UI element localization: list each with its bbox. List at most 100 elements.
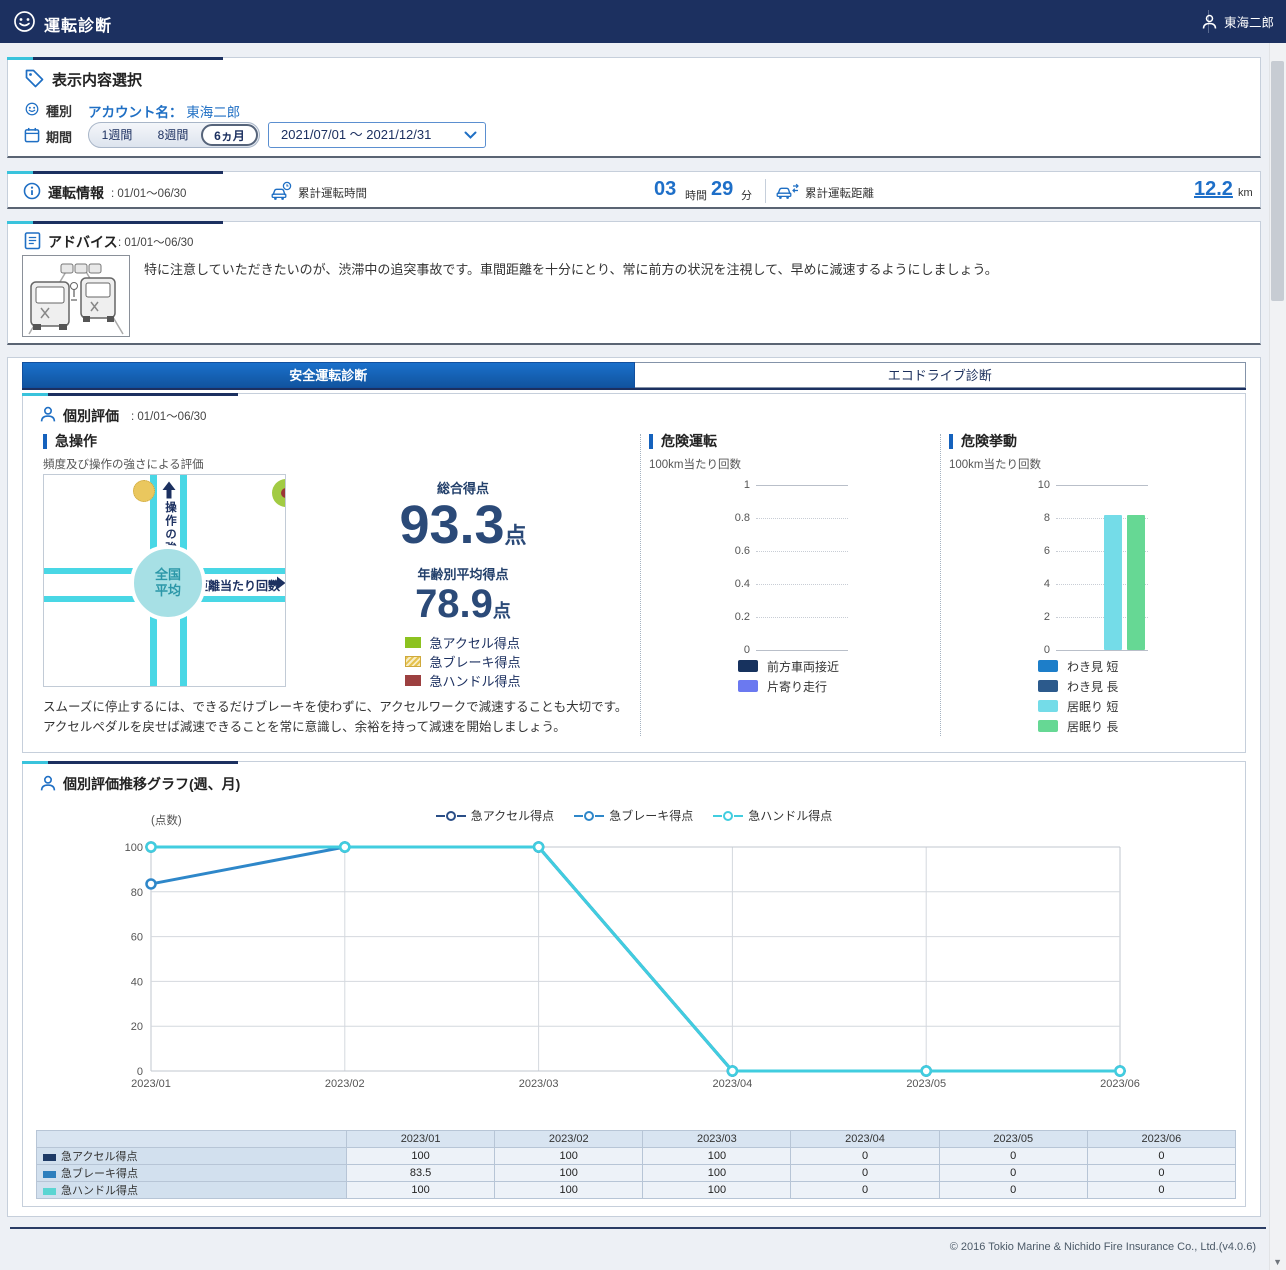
legend-swatch-handle [405, 675, 421, 686]
legend-marker-icon [574, 810, 604, 822]
series-swatch [43, 1171, 56, 1178]
legend-swatch [1038, 720, 1058, 732]
trend-panel: 個別評価推移グラフ(週、月) 急アクセル得点急ブレーキ得点急ハンドル得点 (点数… [22, 761, 1246, 1207]
table-value-cell: 100 [495, 1148, 643, 1165]
copyright-text: © 2016 Tokio Marine & Nichido Fire Insur… [950, 1241, 1256, 1253]
car-distance-icon [776, 182, 800, 200]
table-series-label: 急アクセル得点 [37, 1148, 347, 1165]
panel-accent-bar [22, 393, 238, 396]
gridline [756, 485, 848, 486]
period-option-8week[interactable]: 8週間 [145, 123, 201, 147]
table-value-cell: 0 [1087, 1148, 1235, 1165]
legend-item: 片寄り走行 [738, 680, 839, 692]
total-hours-value: 03 [654, 178, 676, 201]
total-distance-value[interactable]: 12.2 [1194, 178, 1233, 201]
tab-safe-driving[interactable]: 安全運転診断 [22, 362, 635, 388]
diagnosis-container: 安全運転診断 エコドライブ診断 個別評価 : 01/01～06/30 急操作 頻… [7, 357, 1261, 1217]
legend-label: 片寄り走行 [767, 678, 827, 695]
navbar: 運転診断 東海二郎 [0, 0, 1286, 43]
point-急ハンドル得点-2023/06 [1116, 1067, 1125, 1076]
date-range-value: 2021/07/01 ～ 2021/12/31 [281, 127, 431, 142]
total-distance-label: 累計運転距離 [805, 185, 874, 201]
gridline [756, 518, 848, 519]
advice-title: アドバイス [48, 232, 118, 252]
panel-accent-bar [7, 57, 223, 60]
legend-label: 前方車両接近 [767, 658, 839, 675]
danger-driving-subtitle: 100km当たり回数 [649, 456, 741, 472]
avg-score-value: 78.9点 [298, 583, 628, 625]
legend-label: わき見 長 [1067, 678, 1118, 695]
table-value-cell: 0 [939, 1165, 1087, 1182]
legend-label: 急アクセル得点 [429, 633, 519, 652]
panel-accent-bar [7, 171, 223, 174]
drive-info-period: : 01/01～06/30 [111, 185, 186, 201]
y-tick-label: 0.4 [710, 578, 750, 590]
nav-user[interactable]: 東海二郎 [1198, 0, 1278, 43]
scrollbar-thumb[interactable] [1271, 61, 1284, 301]
legend-item: 居眠り 短 [1038, 700, 1118, 712]
table-row: 急ハンドル得点100100100000 [37, 1182, 1236, 1199]
legend-swatch [738, 680, 758, 692]
table-month-header: 2023/02 [495, 1131, 643, 1148]
period-label: 期間 [46, 127, 72, 146]
table-value-cell: 0 [791, 1165, 939, 1182]
svg-text:2023/04: 2023/04 [713, 1078, 753, 1090]
y-tick-label: 0 [710, 644, 750, 656]
period-option-1week[interactable]: 1週間 [89, 123, 145, 147]
legend-item: わき見 短 [1038, 660, 1118, 672]
quadrant-dot-yellow [133, 480, 155, 502]
legend-label: 急アクセル得点 [471, 807, 554, 824]
legend-item: わき見 長 [1038, 680, 1118, 692]
date-range-dropdown[interactable]: 2021/07/01 ～ 2021/12/31 [268, 122, 486, 148]
legend-swatch-accel [405, 637, 421, 648]
hours-unit: 時間 [685, 187, 707, 203]
score-block: 総合得点 93.3点 年齢別平均得点 78.9点 急アクセル得点 急ブレーキ得点 [298, 478, 628, 691]
table-month-header: 2023/03 [643, 1131, 791, 1148]
svg-text:100: 100 [125, 842, 143, 854]
type-label: 種別 [46, 101, 72, 120]
svg-text:40: 40 [131, 976, 143, 988]
table-month-header: 2023/01 [347, 1131, 495, 1148]
divider [765, 179, 766, 203]
avg-score-unit: 点 [493, 601, 511, 621]
individual-period: : 01/01～06/30 [131, 408, 206, 424]
trend-legend: 急アクセル得点急ブレーキ得点急ハンドル得点 [23, 807, 1245, 824]
table-value-cell: 100 [643, 1165, 791, 1182]
total-score-value: 93.3点 [298, 497, 628, 554]
period-option-6month-selected[interactable]: 6ヵ月 [201, 124, 258, 146]
minutes-unit: 分 [741, 187, 752, 203]
point-急ハンドル得点-2023/04 [728, 1067, 737, 1076]
table-corner-cell [37, 1131, 347, 1148]
danger-behavior-label: 危険挙動 [949, 434, 1017, 449]
account-name-link[interactable]: 東海二郎 [186, 105, 240, 120]
legend-label: 急ハンドル得点 [748, 807, 832, 824]
total-score-unit: 点 [505, 523, 527, 548]
avg-score-number: 78.9 [415, 582, 493, 626]
table-month-header: 2023/06 [1087, 1131, 1235, 1148]
table-value-cell: 0 [791, 1182, 939, 1199]
legend-item: 前方車両接近 [738, 660, 839, 672]
table-value-cell: 0 [1087, 1165, 1235, 1182]
svg-text:80: 80 [131, 887, 143, 899]
table-row: 急アクセル得点100100100000 [37, 1148, 1236, 1165]
scrollbar-down-arrow-icon[interactable]: ▼ [1273, 1257, 1282, 1267]
advice-text: 特に注意していただきたいのが、渋滞中の追突事故です。車間距離を十分にとり、常に前… [144, 259, 1024, 280]
filter-panel-title: 表示内容選択 [52, 69, 142, 90]
drive-info-panel: 運転情報 : 01/01～06/30 累計運転時間 03 時間 29 分 累計運… [7, 171, 1261, 209]
filter-panel: 表示内容選択 種別 アカウント名： 東海二郎 期間 1週間 8週間 6ヵ月 20… [7, 57, 1261, 158]
legend-marker-icon [436, 810, 466, 822]
legend-item-handle: 急ハンドル得点 [405, 671, 520, 690]
account-label: アカウント名： [88, 105, 183, 120]
scrollbar-track[interactable]: ▼ [1269, 43, 1286, 1270]
gridline [756, 584, 848, 585]
legend-swatch [1038, 700, 1058, 712]
table-month-header: 2023/05 [939, 1131, 1087, 1148]
tab-eco-drive[interactable]: エコドライブ診断 [635, 362, 1247, 388]
svg-text:2023/01: 2023/01 [131, 1078, 171, 1090]
individual-evaluation-panel: 個別評価 : 01/01～06/30 急操作 頻度及び操作の強さによる評価 操作… [22, 393, 1246, 753]
car-time-icon [271, 181, 292, 201]
trend-table: 2023/012023/022023/032023/042023/052023/… [36, 1130, 1236, 1199]
trend-chart-svg: 2023/012023/022023/032023/042023/052023/… [103, 828, 1163, 1092]
danger-driving-legend: 前方車両接近片寄り走行 [738, 660, 839, 692]
legend-item: 居眠り 長 [1038, 720, 1118, 732]
